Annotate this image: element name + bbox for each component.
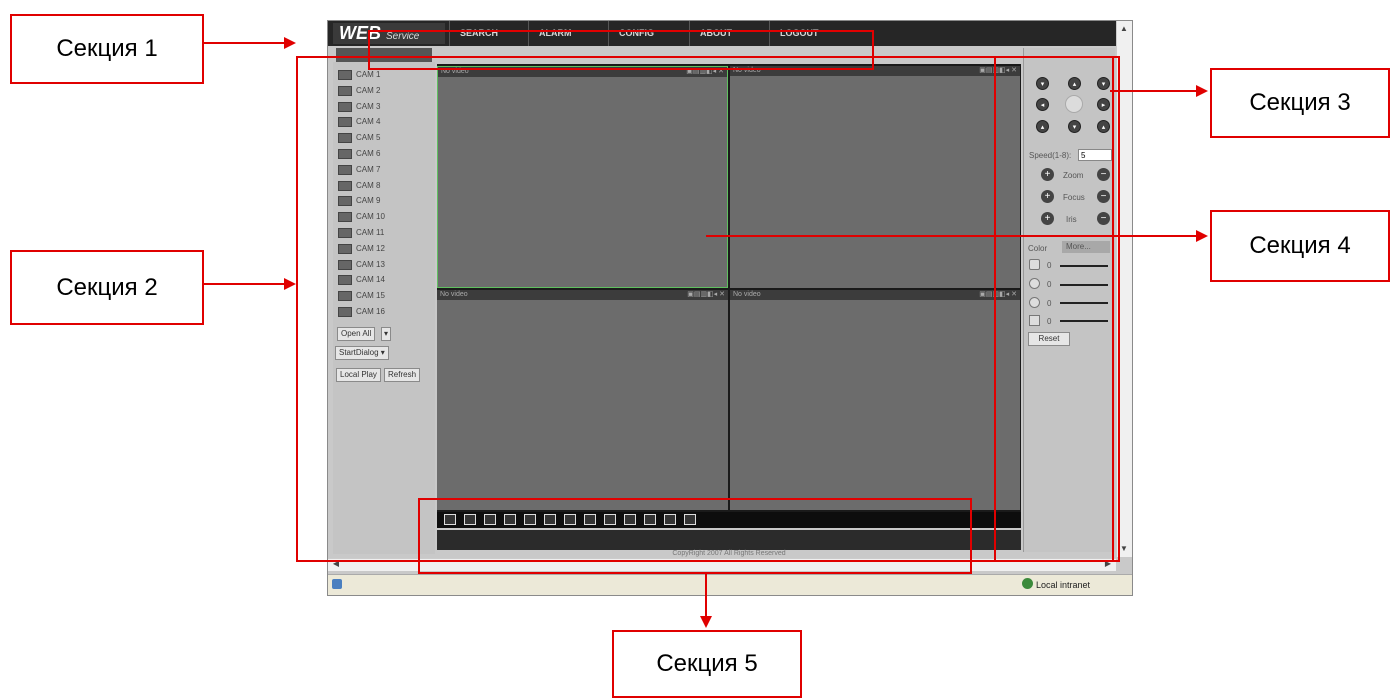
page-icon bbox=[332, 579, 342, 589]
section-2-text: Секция 2 bbox=[56, 273, 158, 301]
globe-icon bbox=[1022, 578, 1033, 589]
zone-label: Local intranet bbox=[1036, 580, 1091, 590]
section-1-text: Секция 1 bbox=[56, 35, 158, 62]
section-3-arrow-line bbox=[1110, 90, 1198, 92]
section-3-arrow-icon bbox=[1196, 85, 1208, 97]
section-1-arrow-line bbox=[204, 42, 286, 44]
scroll-up-icon[interactable]: ▲ bbox=[1118, 24, 1130, 36]
section-3-text: Секция 3 bbox=[1249, 89, 1351, 116]
section-2-label: Секция 2 bbox=[10, 250, 204, 325]
section-1-label: Секция 1 bbox=[10, 14, 204, 84]
section-4-arrow-icon bbox=[1196, 230, 1208, 242]
section-4-text: Секция 4 bbox=[1249, 232, 1351, 259]
section-5-label: Секция 5 bbox=[612, 630, 802, 698]
browser-status-bar: Local intranet bbox=[328, 574, 1132, 595]
section-3-highlight bbox=[994, 56, 1114, 562]
section-5-highlight bbox=[418, 498, 972, 574]
section-2-arrow-icon bbox=[284, 278, 296, 290]
section-1-arrow-icon bbox=[284, 37, 296, 49]
section-3-label: Секция 3 bbox=[1210, 68, 1390, 138]
section-4-arrow-line bbox=[706, 235, 1198, 237]
section-5-arrow-line bbox=[705, 574, 707, 618]
section-5-text: Секция 5 bbox=[656, 650, 758, 677]
section-4-label: Секция 4 bbox=[1210, 210, 1390, 282]
section-2-arrow-line bbox=[204, 283, 286, 285]
section-5-arrow-icon bbox=[700, 616, 712, 628]
